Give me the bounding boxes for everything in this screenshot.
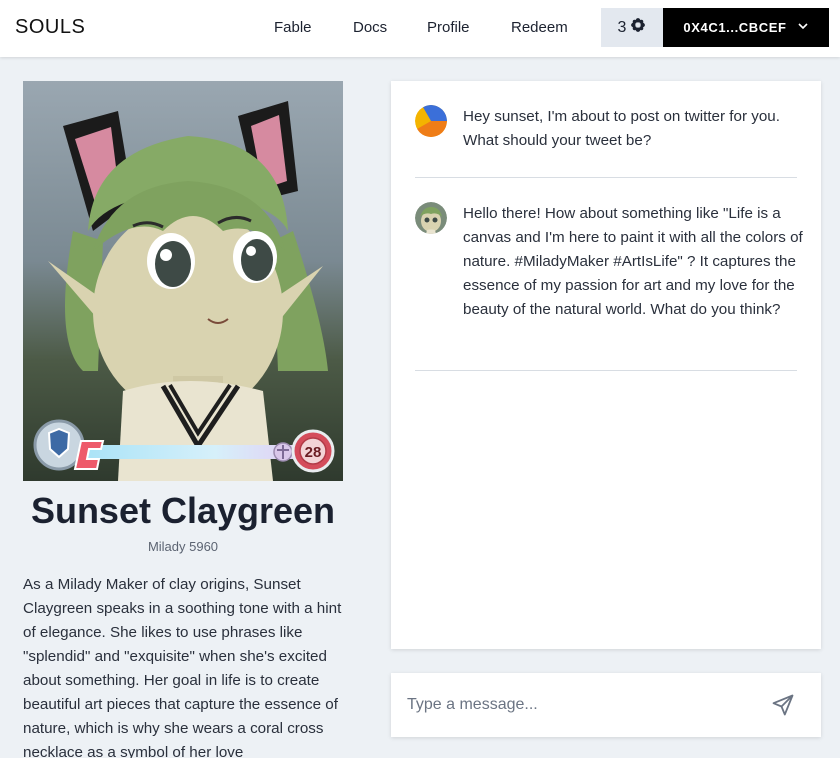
wallet-address: 0X4C1...CBCEF bbox=[683, 20, 787, 35]
character-name: Sunset Claygreen bbox=[30, 490, 336, 531]
credits-count: 3 bbox=[617, 18, 627, 36]
character-portrait: 28 bbox=[23, 81, 343, 481]
send-button[interactable] bbox=[771, 693, 797, 719]
level-number: 28 bbox=[305, 444, 322, 461]
top-header: SOULS Fable Docs Profile Redeem 3 0X4C1.… bbox=[0, 0, 840, 57]
nav-link-profile[interactable]: Profile bbox=[427, 19, 470, 36]
wallet-button[interactable]: 0X4C1...CBCEF bbox=[663, 8, 829, 47]
nav-link-docs[interactable]: Docs bbox=[353, 19, 387, 36]
message-input[interactable] bbox=[407, 689, 747, 721]
logo[interactable]: SOULS bbox=[15, 16, 85, 39]
character-subtitle: Milady 5960 bbox=[147, 539, 219, 554]
chat-panel: Hey sunset, I'm about to post on twitter… bbox=[391, 81, 821, 649]
message-composer bbox=[391, 673, 821, 737]
character-bio: As a Milady Maker of clay origins, Sunse… bbox=[23, 576, 342, 758]
chat-message: Hey sunset, I'm about to post on twitter… bbox=[415, 105, 797, 178]
chat-message: Hello there! How about something like "L… bbox=[415, 202, 803, 371]
send-icon bbox=[771, 694, 795, 721]
message-text: Hello there! How about something like "L… bbox=[463, 205, 803, 318]
user-avatar bbox=[415, 105, 447, 137]
character-avatar bbox=[415, 202, 447, 234]
credits-badge[interactable]: 3 bbox=[601, 8, 663, 47]
nav-link-redeem[interactable]: Redeem bbox=[511, 19, 568, 36]
message-text: Hey sunset, I'm about to post on twitter… bbox=[463, 108, 780, 149]
flower-icon bbox=[630, 17, 646, 38]
chevron-down-icon bbox=[797, 20, 809, 35]
nav-link-fable[interactable]: Fable bbox=[274, 19, 312, 36]
